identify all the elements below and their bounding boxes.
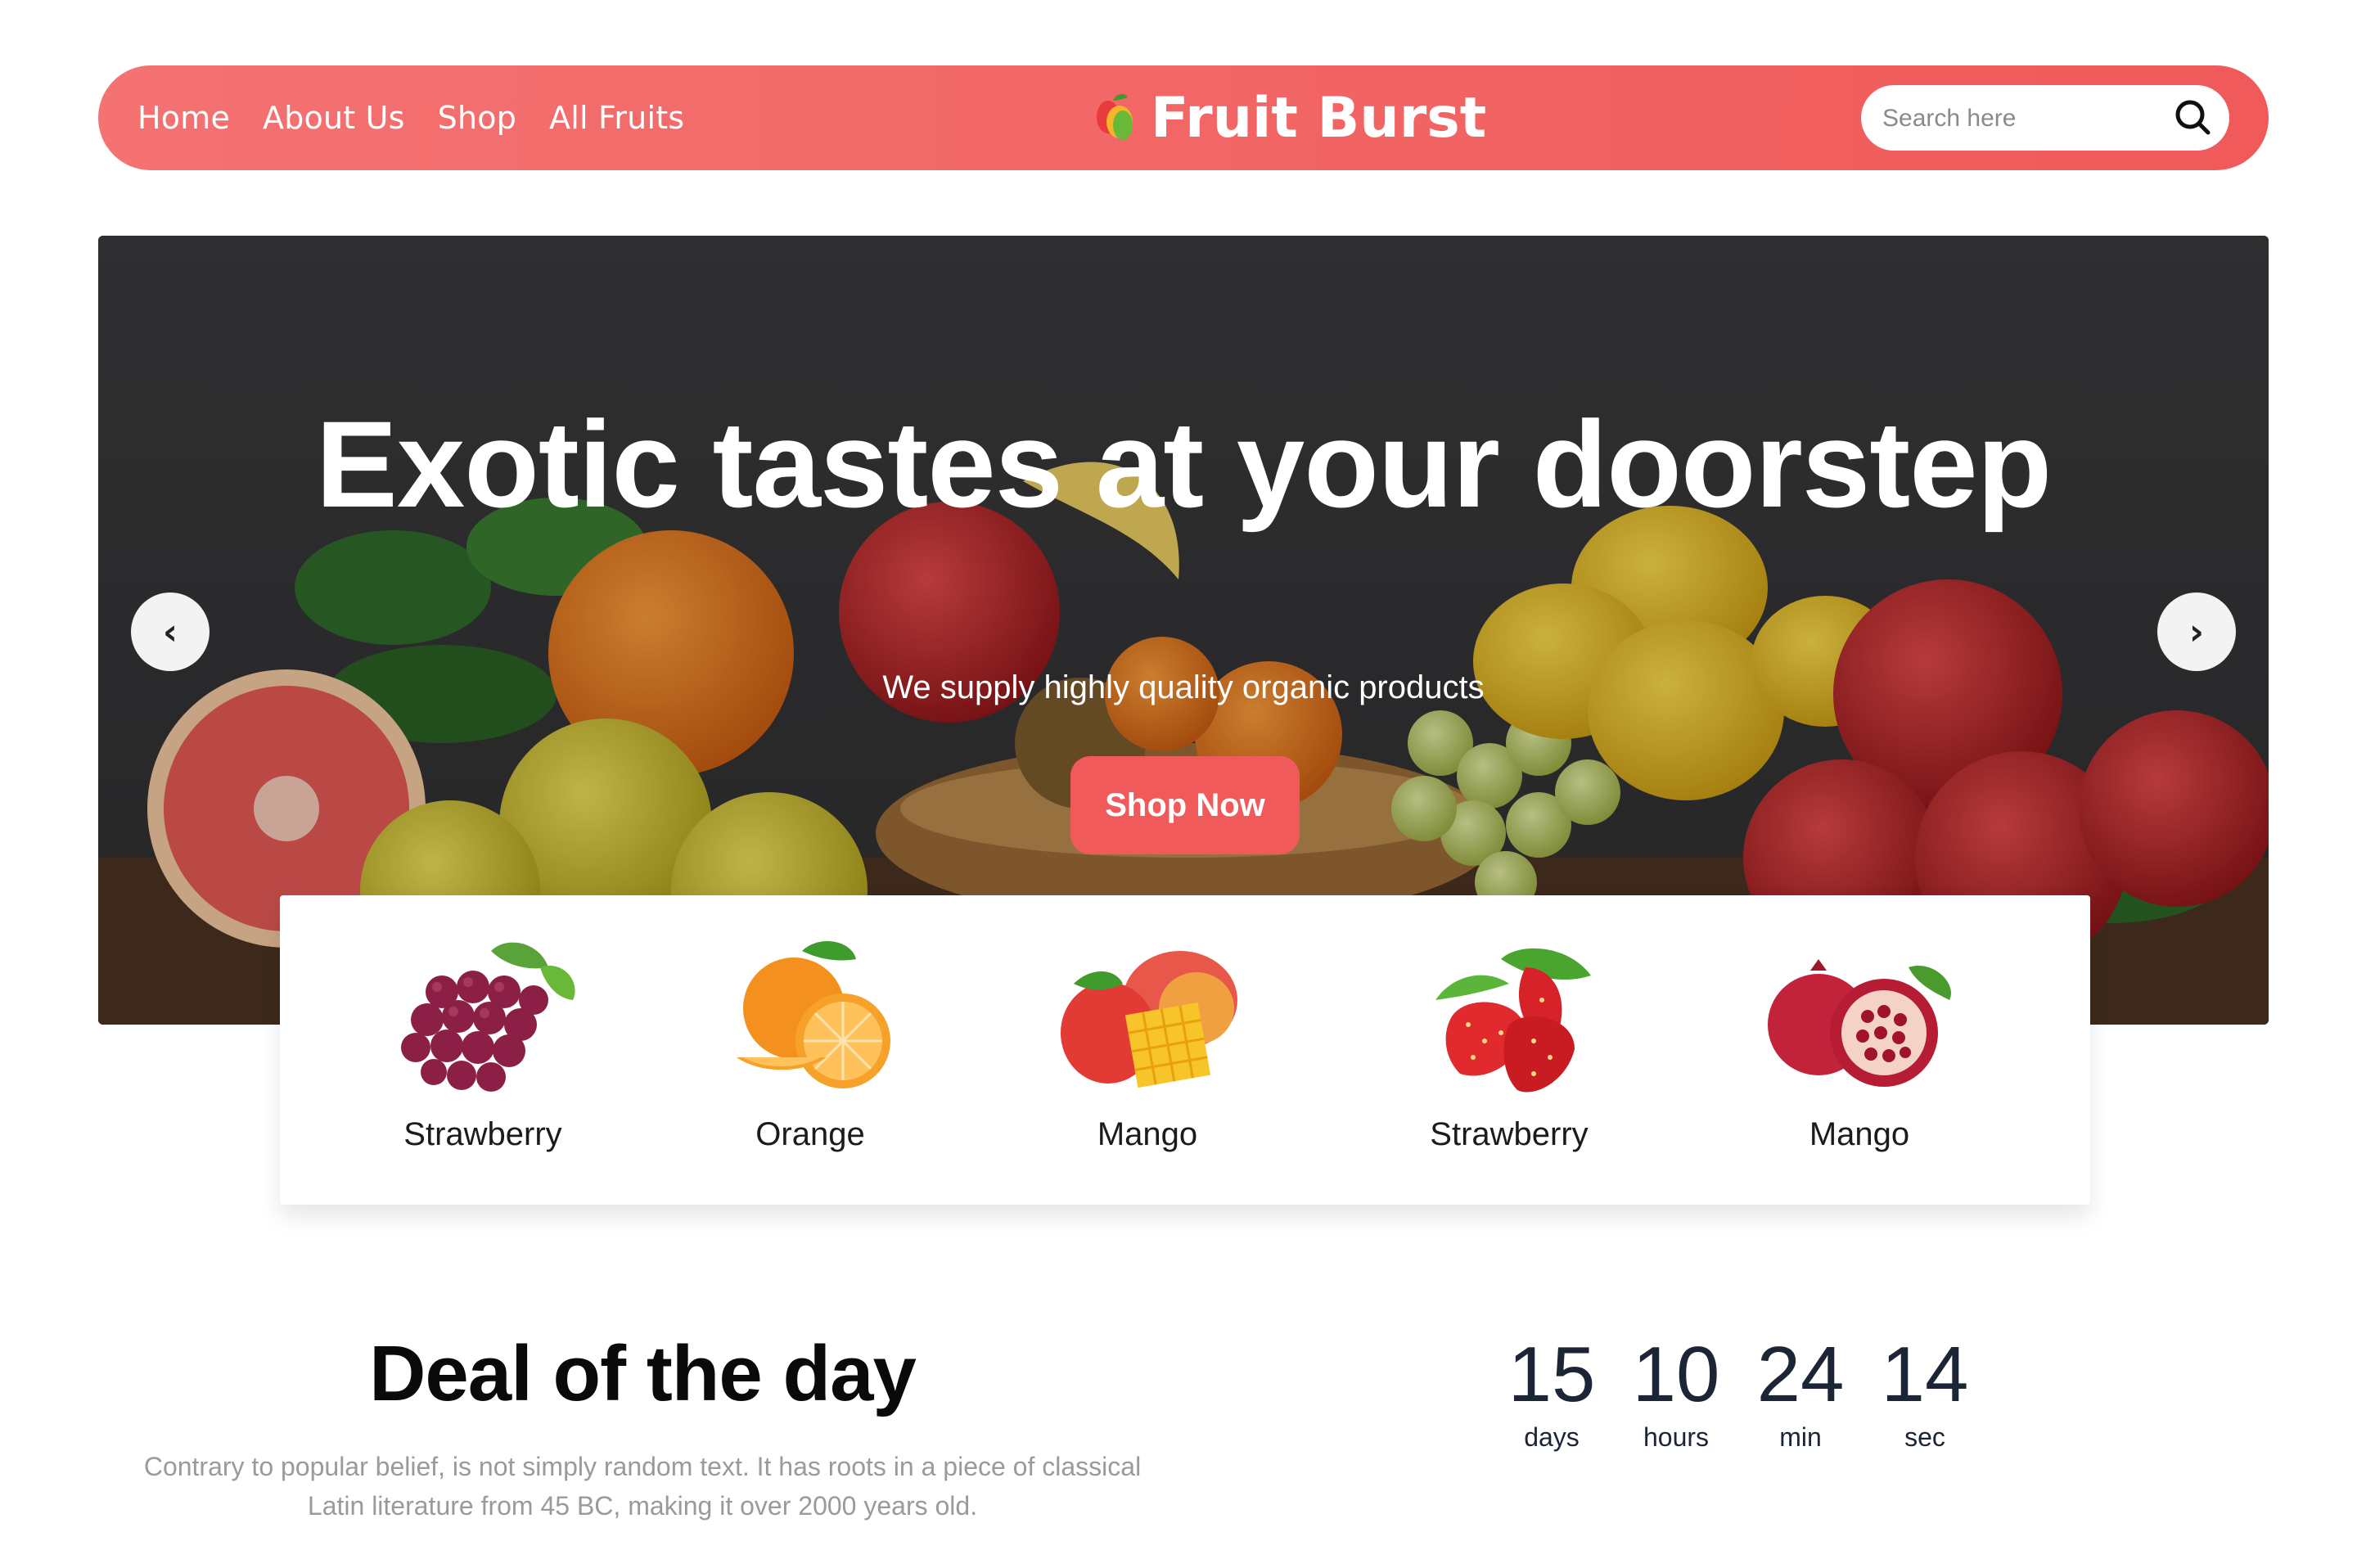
search-input[interactable]	[1881, 85, 2162, 152]
countdown-value: 24	[1756, 1331, 1845, 1418]
fruit-logo-icon	[1097, 93, 1133, 140]
countdown-value: 15	[1507, 1331, 1596, 1418]
mango-image	[1061, 951, 1237, 1088]
countdown-value: 14	[1881, 1331, 1969, 1418]
deal-title: Deal of the day	[369, 1330, 917, 1417]
hero-subtitle: We supply highly quality organic product…	[882, 669, 1485, 705]
category-label: Strawberry	[403, 1116, 562, 1152]
hero-title: Exotic tastes at your doorstep	[315, 395, 2053, 533]
slider-next-button[interactable]: ›	[2157, 593, 2236, 671]
strawberry-image	[1435, 948, 1591, 1093]
nav-link-all-fruits[interactable]: All Fruits	[549, 100, 684, 136]
category-item-strawberry[interactable]: Strawberry	[360, 935, 606, 1180]
countdown-sec: 14 sec	[1863, 1334, 1987, 1453]
chevron-right-icon: ›	[2188, 611, 2205, 653]
category-item-mango[interactable]: Mango	[1025, 935, 1270, 1180]
pomegranate-image	[1768, 959, 1951, 1087]
top-navbar: Home About Us Shop All Fruits Fruit Burs…	[98, 65, 2269, 170]
brand-title: Fruit Burst	[1151, 85, 1487, 151]
countdown-hours: 10 hours	[1614, 1334, 1738, 1453]
orange-image	[737, 940, 890, 1088]
countdown-label: min	[1779, 1422, 1822, 1452]
countdown-days: 15 days	[1489, 1334, 1614, 1453]
category-label: Orange	[755, 1116, 865, 1152]
shop-now-button[interactable]: Shop Now	[1070, 756, 1300, 854]
countdown-min: 24 min	[1738, 1334, 1863, 1453]
category-item-strawberry-2[interactable]: Strawberry	[1386, 935, 1632, 1180]
category-item-orange[interactable]: Orange	[687, 935, 933, 1180]
deal-description: Contrary to popular belief, is not simpl…	[143, 1452, 1142, 1521]
chevron-left-icon: ‹	[162, 611, 178, 653]
nav-link-shop[interactable]: Shop	[438, 100, 516, 136]
category-label: Strawberry	[1430, 1116, 1589, 1152]
countdown-value: 10	[1632, 1331, 1720, 1418]
search-icon[interactable]	[2172, 97, 2215, 139]
countdown-label: sec	[1904, 1422, 1945, 1452]
category-strip: Strawberry Orange Mango Strawberry Mango	[280, 895, 2090, 1205]
category-label: Mango	[1809, 1116, 1910, 1152]
search-box	[1861, 85, 2229, 152]
nav-link-about-us[interactable]: About Us	[263, 100, 405, 136]
category-label: Mango	[1097, 1116, 1198, 1152]
nav-link-home[interactable]: Home	[137, 100, 230, 136]
grapes-image	[401, 942, 575, 1092]
category-item-mango-2[interactable]: Mango	[1737, 935, 1982, 1180]
countdown-label: hours	[1643, 1422, 1710, 1452]
countdown-timer: 15 days 10 hours 24 min 14 sec	[1489, 1334, 1987, 1453]
nav-links: Home About Us Shop All Fruits	[137, 65, 684, 170]
countdown-label: days	[1524, 1422, 1580, 1452]
brand-logo[interactable]: Fruit Burst	[1090, 65, 1486, 170]
slider-prev-button[interactable]: ‹	[131, 593, 210, 671]
